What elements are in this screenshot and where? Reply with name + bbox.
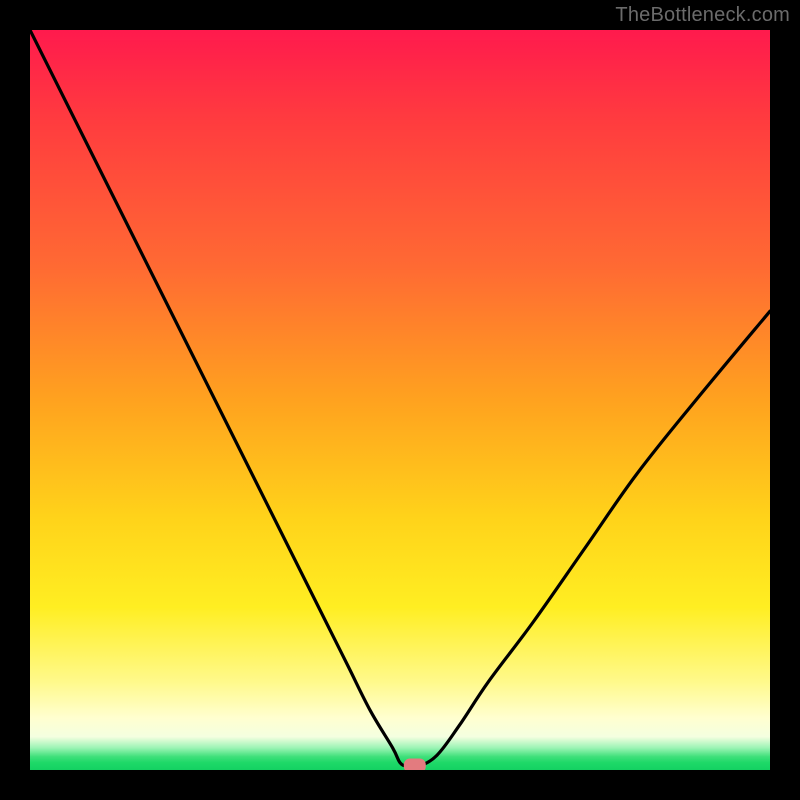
chart-frame: TheBottleneck.com [0,0,800,800]
watermark-text: TheBottleneck.com [615,4,790,27]
plot-area [30,30,770,770]
min-marker [404,759,426,770]
curve-layer [30,30,770,770]
bottleneck-curve [30,30,770,767]
